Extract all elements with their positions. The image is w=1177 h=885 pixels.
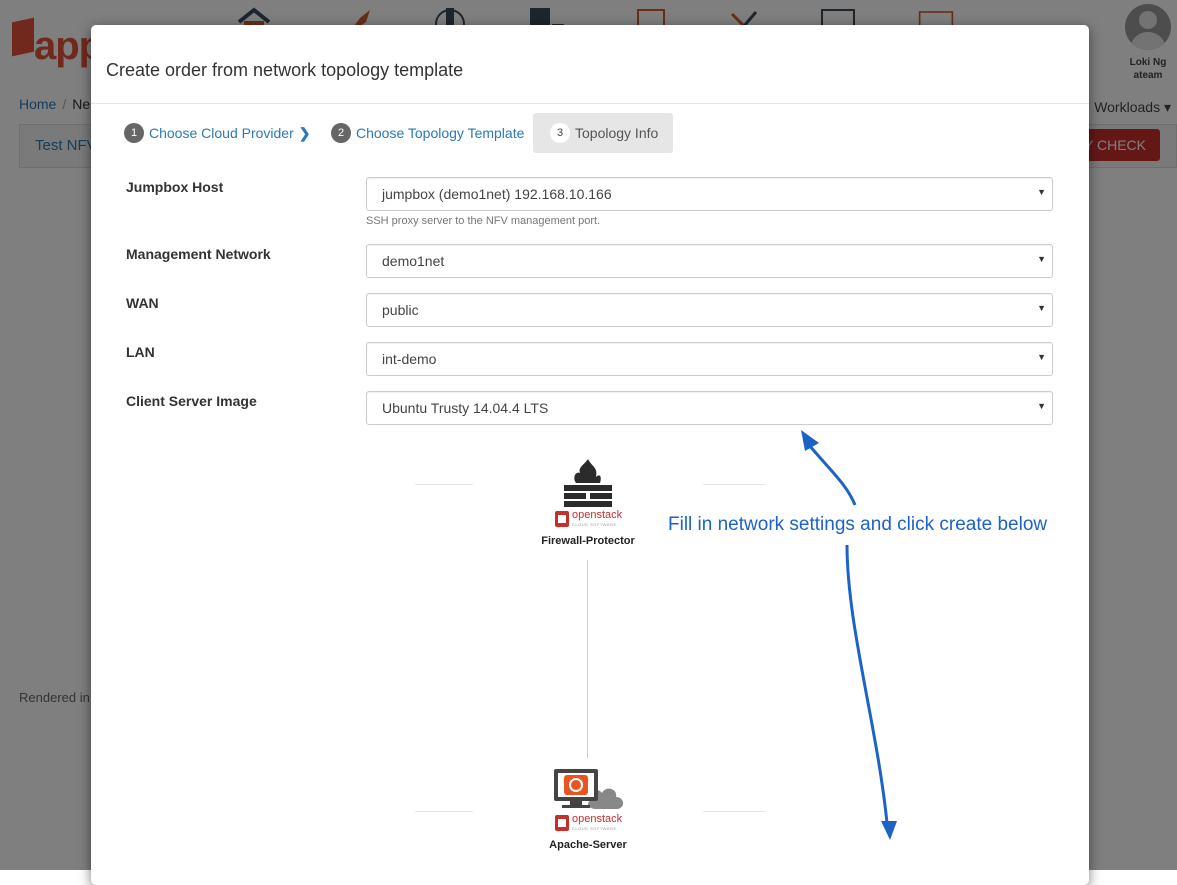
annotation-arrows	[801, 430, 897, 840]
openstack-subtext: CLOUD SOFTWARE	[572, 826, 617, 831]
lan-label: LAN	[126, 344, 155, 360]
link-line	[587, 560, 588, 758]
jumpbox-label: Jumpbox Host	[126, 179, 224, 195]
step-number: 1	[124, 123, 144, 144]
jumpbox-select[interactable]: jumpbox (demo1net) 192.168.10.166 ▼	[366, 177, 1053, 211]
management-network-value: demo1net	[382, 253, 445, 269]
create-order-modal: Create order from network topology templ…	[91, 25, 1089, 885]
arrow-up-path	[807, 444, 857, 506]
arrow-down-head-icon	[881, 821, 897, 840]
caret-down-icon: ▼	[1037, 187, 1046, 197]
client-image-label: Client Server Image	[126, 393, 257, 409]
caret-down-icon: ▼	[1037, 303, 1046, 313]
arrow-down-path	[845, 544, 889, 824]
client-image-value: Ubuntu Trusty 14.04.4 LTS	[382, 400, 549, 416]
firewall-label: Firewall-Protector	[541, 535, 635, 547]
apache-server-label: Apache-Server	[549, 839, 627, 851]
openstack-logo-icon	[555, 815, 569, 831]
network-line	[703, 484, 765, 485]
step-number: 3	[550, 123, 570, 144]
network-line	[415, 811, 473, 812]
openstack-text: openstack	[572, 813, 623, 825]
openstack-badge: openstack CLOUD SOFTWARE	[555, 813, 622, 833]
caret-down-icon: ▼	[1037, 352, 1046, 362]
annotation-text: Fill in network settings and click creat…	[668, 514, 1048, 535]
modal-header: Create order from network topology templ…	[91, 25, 1089, 104]
caret-down-icon: ▼	[1037, 401, 1046, 411]
lan-value: int-demo	[382, 351, 437, 367]
caret-down-icon: ▼	[1037, 254, 1046, 264]
openstack-subtext: CLOUD SOFTWARE	[572, 522, 617, 527]
step-number: 2	[331, 123, 351, 144]
wan-label: WAN	[126, 295, 159, 311]
openstack-badge: openstack CLOUD SOFTWARE	[555, 509, 622, 529]
network-line	[415, 484, 473, 485]
firewall-node[interactable]: openstack CLOUD SOFTWARE Firewall-Protec…	[531, 457, 645, 547]
arrow-up-head-icon	[801, 430, 819, 451]
chevron-right-icon: ❯	[298, 125, 311, 141]
step-label: Topology Info	[575, 125, 659, 141]
lan-select[interactable]: int-demo ▼	[366, 342, 1053, 376]
modal-title: Create order from network topology templ…	[106, 60, 464, 80]
server-monitor-icon	[554, 769, 624, 809]
jumpbox-value: jumpbox (demo1net) 192.168.10.166	[382, 186, 612, 202]
firewall-icon	[564, 459, 612, 507]
apache-server-node[interactable]: openstack CLOUD SOFTWARE Apache-Server	[531, 767, 645, 851]
step-topology-info[interactable]: 3 Topology Info	[533, 113, 674, 153]
management-network-label: Management Network	[126, 246, 271, 262]
network-line	[703, 811, 765, 812]
step-choose-cloud-provider[interactable]: 1 Choose Cloud Provider ❯	[124, 113, 310, 153]
client-image-select[interactable]: Ubuntu Trusty 14.04.4 LTS ▼	[366, 391, 1053, 425]
step-label: Choose Topology Template	[356, 125, 525, 141]
step-label: Choose Cloud Provider	[149, 125, 294, 141]
management-network-select[interactable]: demo1net ▼	[366, 244, 1053, 278]
jumpbox-help: SSH proxy server to the NFV management p…	[366, 215, 601, 227]
openstack-logo-icon	[555, 511, 569, 527]
step-choose-topology-template[interactable]: 2 Choose Topology Template	[331, 113, 524, 153]
openstack-text: openstack	[572, 509, 623, 521]
wan-select[interactable]: public ▼	[366, 293, 1053, 327]
wan-value: public	[382, 302, 419, 318]
